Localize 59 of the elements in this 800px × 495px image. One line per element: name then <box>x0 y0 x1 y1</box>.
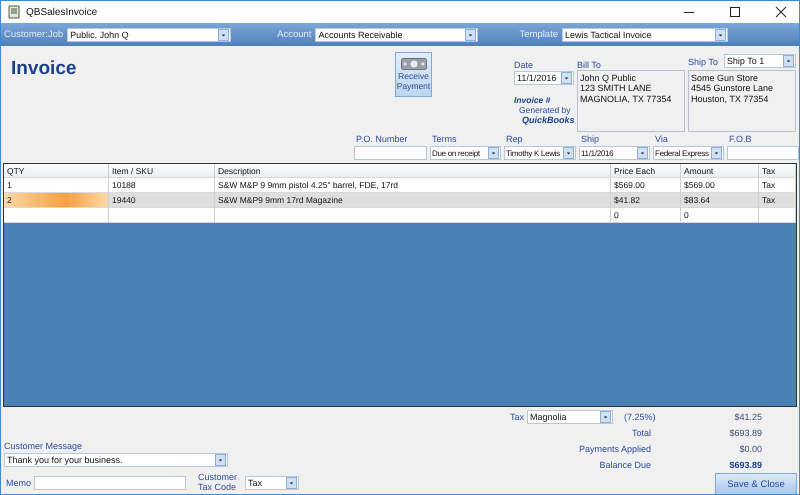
customer-message-dropdown[interactable]: Thank you for your business. <box>4 453 228 468</box>
table-cell: 0 <box>611 208 681 223</box>
total-amount: $693.89 <box>728 460 763 470</box>
field-label: Terms <box>431 134 458 144</box>
money-icon <box>400 58 426 70</box>
table-cell: 2 <box>4 193 109 208</box>
field-label: P.O. Number <box>355 134 408 144</box>
field-label: Via <box>654 134 669 144</box>
input-field[interactable] <box>354 146 427 160</box>
total-amount: $693.89 <box>728 428 763 438</box>
tax-code-dropdown[interactable]: Tax <box>245 476 299 490</box>
window-title: QBSalesInvoice <box>26 6 98 18</box>
field-label: Account <box>277 29 312 40</box>
field-label: Ship <box>580 134 600 144</box>
generated-by-note: Generated by <box>518 105 571 115</box>
field-label: Rep <box>505 134 524 144</box>
total-label: Total <box>630 428 651 438</box>
tax-code-label: Customer Tax Code <box>198 473 238 492</box>
total-amount: $0.00 <box>738 444 763 454</box>
customer-message-label: Customer Message <box>4 441 84 452</box>
receive-payment-button[interactable]: Receive Payment <box>395 52 432 97</box>
customer-job-dropdown[interactable]: Public, John Q <box>67 28 232 42</box>
total-label: Payments Applied <box>578 444 651 454</box>
tax-amount: $41.25 <box>733 412 763 422</box>
bill-to-label: Bill To <box>577 60 601 70</box>
date-dropdown[interactable]: 11/1/2016 <box>514 71 574 85</box>
table-row[interactable]: 1 10188 S&W M&P 9 9mm pistol 4.25" barrel, FDE, 17rd $569.00 $569.00 Tax <box>4 178 796 193</box>
tax-label: Tax <box>510 412 524 422</box>
app-icon <box>7 5 21 19</box>
dropdown-field[interactable]: Timothy K Lewis <box>504 146 576 160</box>
tax-district-dropdown[interactable]: Magnolia <box>527 410 614 424</box>
dropdown-field[interactable]: Due on receipt <box>430 146 501 160</box>
ship-to-dropdown[interactable]: Ship To 1 <box>724 54 796 68</box>
invoice-number-label: Invoice # <box>514 95 550 105</box>
date-label: Date <box>514 60 534 70</box>
dropdown-field[interactable]: Federal Express <box>653 146 724 160</box>
tax-rate: (7.25%) <box>624 412 656 422</box>
quickbooks-wordmark: QuickBooks <box>521 115 575 125</box>
template-dropdown[interactable]: Lewis Tactical Invoice <box>562 28 728 42</box>
input-field[interactable] <box>727 146 799 160</box>
dropdown-field[interactable]: 11/1/2016 <box>579 146 650 160</box>
save-close-button[interactable]: Save & Close <box>715 473 797 494</box>
field-label: Template <box>519 29 558 40</box>
account-dropdown[interactable]: Accounts Receivable <box>315 28 478 42</box>
bill-to-address[interactable]: John Q Public 123 SMITH LANE MAGNOLIA, TX 77354 <box>577 70 685 132</box>
table-cell <box>759 208 796 223</box>
ship-to-address[interactable]: Some Gun Store 4545 Gunstore Lane Houston, TX 77354 <box>688 70 796 132</box>
close-icon[interactable] <box>775 6 787 18</box>
field-label: Customer:Job <box>4 29 64 40</box>
invoice-title: Invoice <box>10 57 78 81</box>
table-row[interactable]: 2 19440 S&W M&P9 9mm 17rd Magazine $41.82 $83.64 Tax <box>4 193 796 208</box>
memo-field[interactable] <box>34 476 186 490</box>
table-row[interactable]: 0 0 <box>4 208 796 223</box>
ship-to-label: Ship To <box>688 57 718 67</box>
maximize-icon[interactable] <box>729 6 741 18</box>
table-cell: 0 <box>681 208 759 223</box>
memo-label: Memo <box>6 478 32 488</box>
total-label: Balance Due <box>598 460 651 470</box>
field-label: F.O.B <box>728 134 753 144</box>
